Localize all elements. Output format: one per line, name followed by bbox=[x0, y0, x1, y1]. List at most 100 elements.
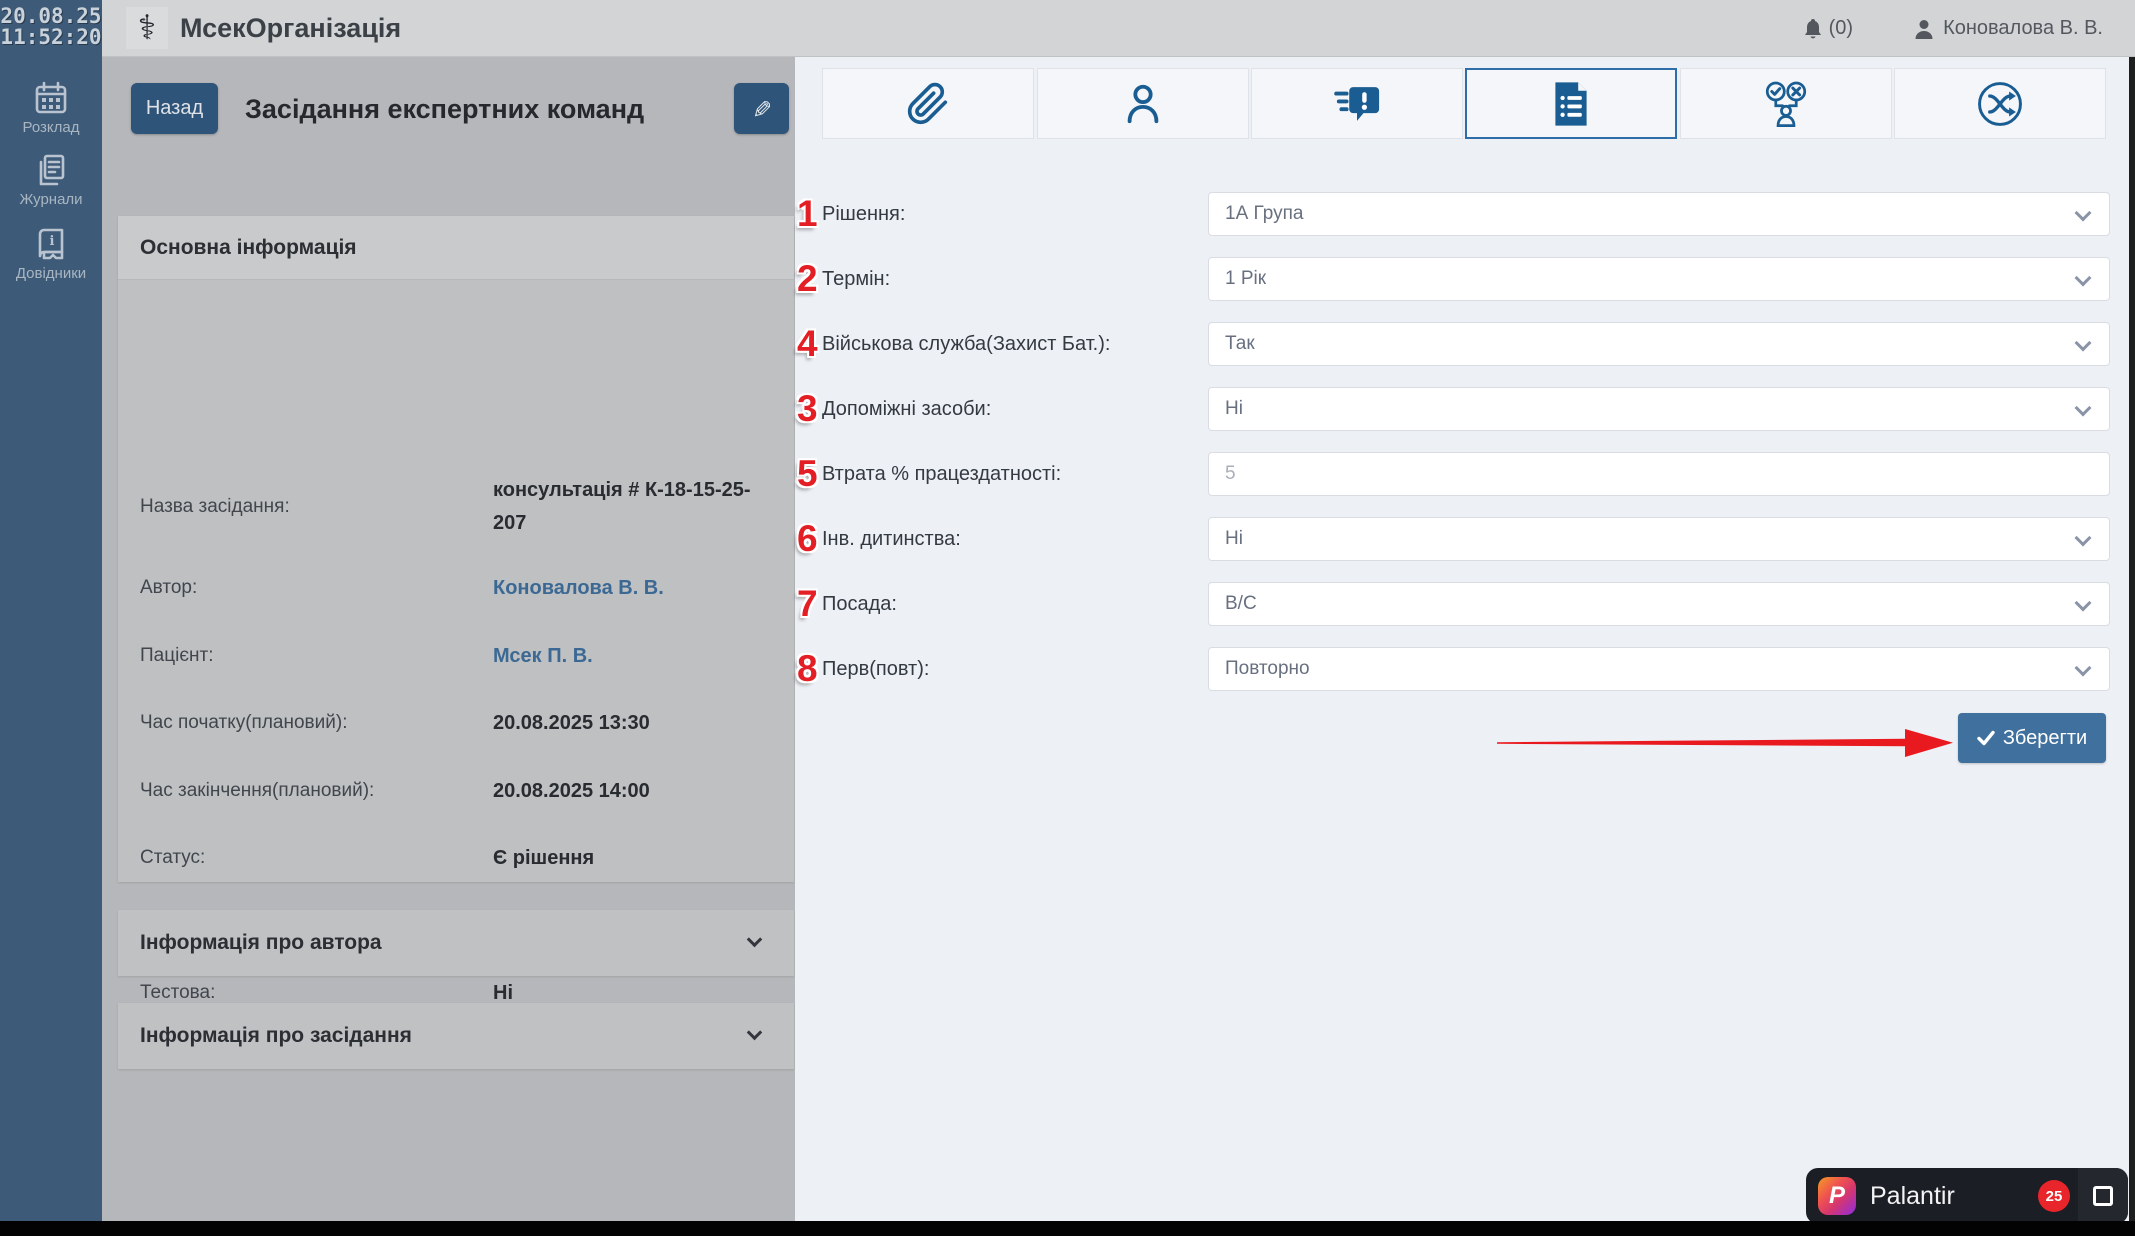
notifications-count: (0) bbox=[1829, 17, 1853, 40]
person-icon bbox=[1120, 81, 1166, 127]
back-button[interactable]: Назад bbox=[131, 83, 218, 134]
info-label: Тестова: bbox=[140, 982, 215, 1004]
select-value: В/С bbox=[1225, 593, 1257, 615]
field-row-decision: 1 Рішення: 1А Група bbox=[795, 192, 2129, 236]
pencil-icon: ✎ bbox=[747, 98, 775, 118]
clock-time: 11:52:20 bbox=[0, 27, 102, 48]
info-label: Час початку(плановий): bbox=[140, 712, 347, 734]
info-value: 20.08.2025 14:00 bbox=[493, 775, 783, 808]
annotation-number: 4 bbox=[797, 324, 818, 364]
field-row-primary-repeat: 8 Перв(повт): Повторно bbox=[795, 647, 2129, 691]
sidebar-item-directories[interactable]: i Довідники bbox=[0, 226, 102, 282]
assistive-means-select[interactable]: Ні bbox=[1208, 387, 2110, 431]
notifications-button[interactable]: (0) bbox=[1803, 17, 1853, 40]
select-value: Ні bbox=[1225, 398, 1243, 420]
app-logo: ⚕ bbox=[126, 7, 168, 49]
user-icon bbox=[1913, 18, 1935, 40]
field-label: Перв(повт): bbox=[822, 647, 929, 691]
childhood-disability-select[interactable]: Ні bbox=[1208, 517, 2110, 561]
annotation-number: 8 bbox=[797, 649, 818, 689]
position-select[interactable]: В/С bbox=[1208, 582, 2110, 626]
field-row-military-service: 4 Військова служба(Захист Бат.): Так bbox=[795, 322, 2129, 366]
palantir-widget[interactable]: P Palantir 25 bbox=[1806, 1168, 2128, 1224]
save-button[interactable]: Зберегти bbox=[1958, 713, 2106, 763]
tab-complaints[interactable] bbox=[1251, 68, 1463, 139]
accordion-label: Інформація про засідання bbox=[140, 1024, 412, 1048]
chevron-down-icon bbox=[2075, 595, 2092, 612]
palantir-maximize-button[interactable] bbox=[2078, 1168, 2128, 1224]
tab-attachments[interactable] bbox=[822, 68, 1034, 139]
user-menu[interactable]: Коновалова В. В. bbox=[1913, 17, 2103, 40]
app-screen: 20.08.25 11:52:20 Розклад bbox=[0, 0, 2135, 1236]
chevron-down-icon bbox=[2075, 335, 2092, 352]
info-label: Час закінчення(плановий): bbox=[140, 780, 374, 802]
info-label: Пацієнт: bbox=[140, 645, 214, 667]
decision-select[interactable]: 1А Група bbox=[1208, 192, 2110, 236]
chevron-down-icon bbox=[2075, 530, 2092, 547]
shuffle-icon bbox=[1975, 79, 2025, 129]
brand: ⚕ МсекОрганізація bbox=[126, 7, 401, 49]
palantir-badge: 25 bbox=[2038, 1180, 2070, 1212]
check-icon bbox=[1977, 730, 1995, 746]
info-label: Назва засідання: bbox=[140, 496, 290, 518]
term-select[interactable]: 1 Рік bbox=[1208, 257, 2110, 301]
clock-date: 20.08.25 bbox=[0, 6, 102, 27]
field-label: Допоміжні засоби: bbox=[822, 387, 991, 431]
field-row-childhood-disability: 6 Інв. дитинства: Ні bbox=[795, 517, 2129, 561]
comment-exclamation-icon bbox=[1331, 81, 1383, 127]
app-title: МсекОрганізація bbox=[180, 13, 401, 44]
sidebar-item-journals[interactable]: Журнали bbox=[0, 152, 102, 208]
tab-decision[interactable] bbox=[1465, 68, 1677, 139]
tab-voting[interactable] bbox=[1680, 68, 1892, 139]
field-label: Військова служба(Захист Бат.): bbox=[822, 322, 1110, 366]
select-value: 1А Група bbox=[1225, 203, 1303, 225]
page-title: Засідання експертних команд bbox=[245, 94, 644, 125]
vote-icon bbox=[1761, 80, 1811, 128]
field-label: Інв. дитинства: bbox=[822, 517, 961, 561]
clock: 20.08.25 11:52:20 bbox=[0, 6, 102, 48]
status-value: Є рішення bbox=[493, 842, 783, 875]
window-right-edge bbox=[2129, 57, 2135, 1221]
field-label: Втрата % працездатності: bbox=[822, 452, 1061, 496]
user-name: Коновалова В. В. bbox=[1943, 17, 2103, 40]
main-info-title: Основна інформація bbox=[118, 216, 794, 280]
decision-document-icon bbox=[1550, 80, 1592, 128]
military-service-select[interactable]: Так bbox=[1208, 322, 2110, 366]
annotation-number: 2 bbox=[797, 259, 818, 299]
chevron-down-icon bbox=[2075, 660, 2092, 677]
sidebar-item-label: Розклад bbox=[0, 119, 102, 136]
annotation-arrow bbox=[1495, 725, 1960, 761]
patient-link[interactable]: Мсек П. В. bbox=[493, 640, 783, 673]
taskbar-strip bbox=[0, 1221, 2135, 1236]
chevron-down-icon bbox=[747, 1025, 763, 1041]
select-value: Так bbox=[1225, 333, 1255, 355]
field-row-capacity-loss: 5 Втрата % працездатності: bbox=[795, 452, 2129, 496]
paperclip-icon bbox=[906, 82, 950, 126]
info-row-patient: Пацієнт: Мсек П. В. bbox=[118, 641, 794, 671]
field-label: Термін: bbox=[822, 257, 890, 301]
info-row-meeting-name: Назва засідання: консультація # К-18-15-… bbox=[118, 472, 794, 542]
svg-text:i: i bbox=[50, 234, 55, 249]
info-row-author: Автор: Коновалова В. В. bbox=[118, 573, 794, 603]
sidebar-item-schedule[interactable]: Розклад bbox=[0, 80, 102, 136]
maximize-icon bbox=[2093, 1186, 2113, 1206]
tab-routing[interactable] bbox=[1894, 68, 2106, 139]
chevron-down-icon bbox=[2075, 205, 2092, 222]
info-row-status: Статус: Є рішення bbox=[118, 843, 794, 873]
info-value: консультація # К-18-15-25-207 bbox=[493, 474, 783, 540]
primary-repeat-select[interactable]: Повторно bbox=[1208, 647, 2110, 691]
field-label: Рішення: bbox=[822, 192, 905, 236]
select-value: Ні bbox=[1225, 528, 1243, 550]
info-label: Статус: bbox=[140, 847, 205, 869]
author-link[interactable]: Коновалова В. В. bbox=[493, 572, 783, 605]
capacity-loss-input[interactable] bbox=[1225, 463, 2109, 485]
accordion-author-info[interactable]: Інформація про автора bbox=[118, 910, 794, 976]
sidebar-item-label: Журнали bbox=[0, 191, 102, 208]
tab-patient[interactable] bbox=[1037, 68, 1249, 139]
main-info-card: Основна інформація Назва засідання: конс… bbox=[118, 216, 794, 882]
edit-button[interactable]: ✎ bbox=[734, 83, 789, 134]
journals-icon bbox=[33, 152, 69, 188]
accordion-meeting-info[interactable]: Інформація про засідання bbox=[118, 1003, 794, 1069]
field-label: Посада: bbox=[822, 582, 897, 626]
palantir-name: Palantir bbox=[1870, 1182, 1955, 1211]
